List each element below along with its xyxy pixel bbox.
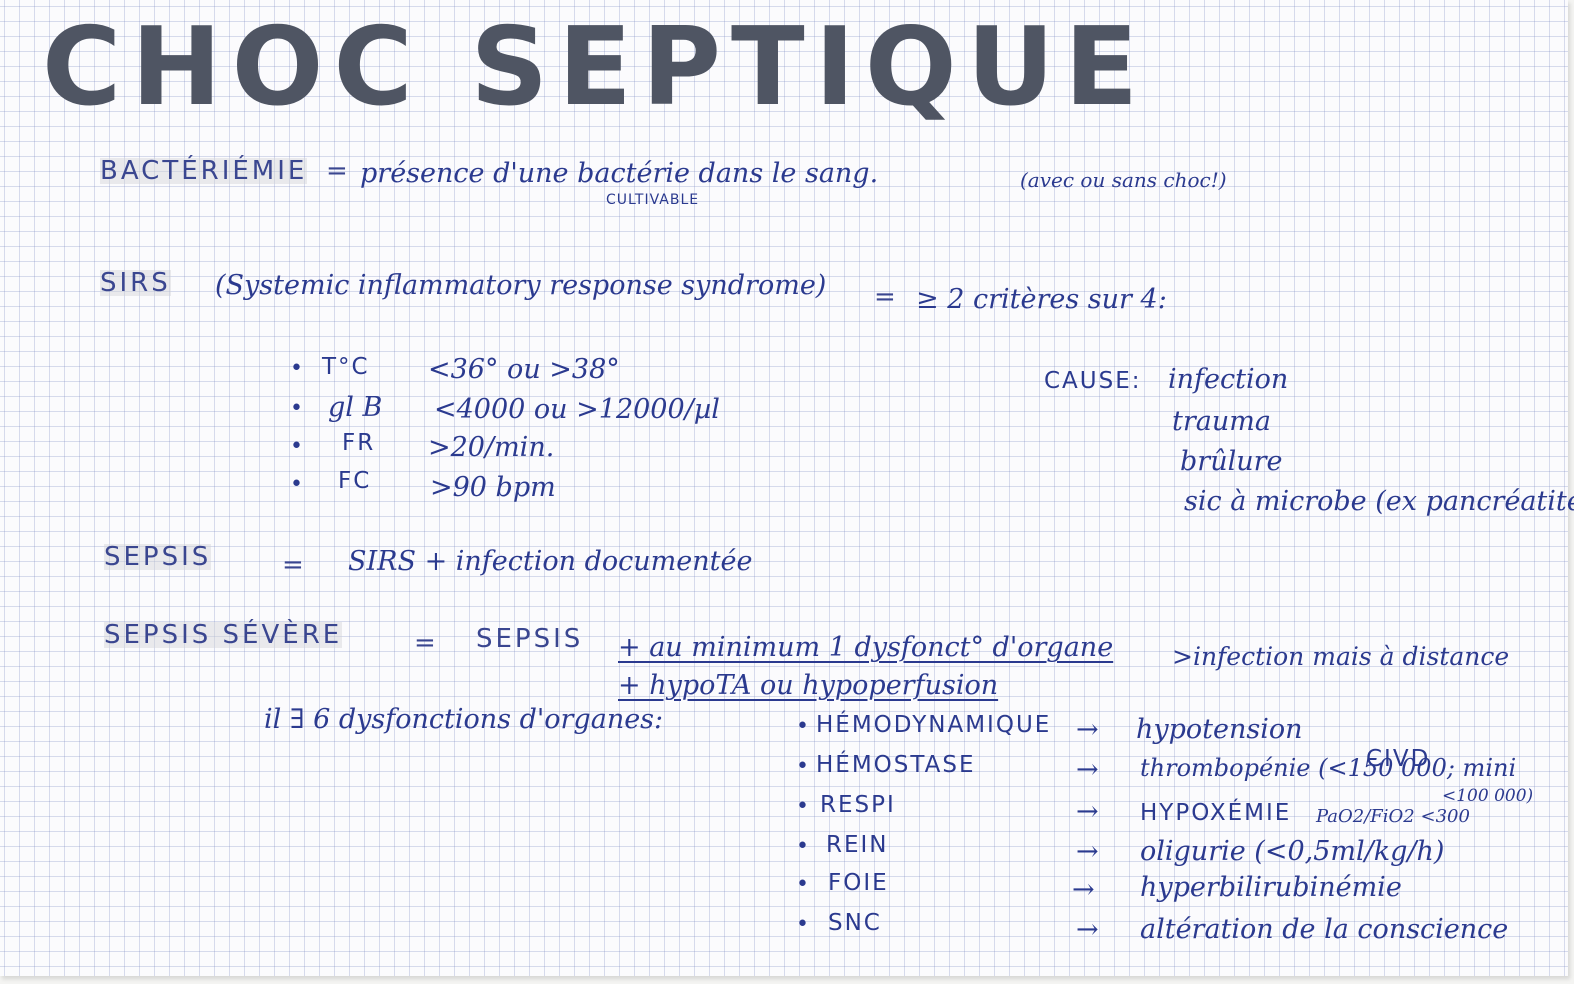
dysfunction-organ: RESPI [820,792,896,818]
dysfunction-bullet: • [796,834,809,859]
criterion-heart-rate: FC [338,468,372,494]
definition-bacteriemie: présence d'une bactérie dans le sang. [360,158,879,189]
equals-sign: = [326,156,351,186]
term-sirs: SIRS [100,268,171,298]
term-sepsis-severe: SEPSIS SÉVÈRE [104,620,343,650]
cause-item: brûlure [1180,446,1283,477]
dysfunction-result: thrombopénie (<150 000; mini [1140,754,1517,782]
dysfunction-bullet: • [796,912,809,937]
dysfunction-bullet: • [796,794,809,819]
dysfunction-organ: REIN [826,832,889,858]
criterion-bullet: • [290,356,303,381]
grid-paper-sheet: CHOC SEPTIQUE BACTÉRIÉMIE = présence d'u… [0,0,1574,976]
dysfunction-arrow: → [1076,914,1099,945]
criterion-white-cells-value: <4000 ou >12000/µl [434,394,720,425]
term-bacteriemie: BACTÉRIÉMIE [100,156,308,186]
sepsis-severe-base: SEPSIS [476,624,584,654]
dysfunction-organ: HÉMODYNAMIQUE [816,712,1052,738]
dysfunction-bullet: • [796,714,809,739]
cause-item: trauma [1172,406,1271,437]
cause-item: sic à microbe (ex pancréatite) [1184,486,1574,517]
dysfunction-extra: PaO2/FiO2 <300 [1316,806,1470,827]
dysfunction-result: hyperbilirubinémie [1140,872,1402,903]
criterion-heart-rate-value: >90 bpm [430,472,556,503]
dysfunction-arrow: → [1072,874,1095,905]
note-bacteriemie: (avec ou sans choc!) [1020,168,1227,192]
criterion-bullet: • [290,396,303,421]
sepsis-severe-criterion-2: + hypoTA ou hypoperfusion [618,670,999,701]
dysfunction-organ: HÉMOSTASE [816,752,976,778]
criterion-temperature-value: <36° ou >38° [428,354,620,385]
page-title: CHOC SEPTIQUE [42,5,1149,130]
criterion-white-cells: gl B [328,392,383,423]
dysfunction-extra: <100 000) [1442,786,1534,806]
criterion-bullet: • [290,472,303,497]
sirs-criteria-intro: ≥ 2 critères sur 4: [916,284,1167,315]
annotation-cultivable: CULTIVABLE [606,192,700,208]
dysfunction-result: oligurie (<0,5ml/kg/h) [1140,836,1445,867]
criterion-resp-rate: FR [342,430,376,456]
sepsis-severe-note: >infection mais à distance [1172,642,1510,671]
cause-item: infection [1168,364,1289,395]
equals-sign: = [414,628,439,658]
criterion-resp-rate-value: >20/min. [428,432,555,463]
equals-sign: = [282,550,307,580]
dysfunction-result: altération de la conscience [1140,914,1509,945]
dysfunction-bullet: • [796,872,809,897]
cause-label: CAUSE: [1044,368,1142,394]
dysfunction-organ: SNC [828,910,882,936]
criterion-temperature: T°C [322,354,370,380]
dysfunction-organ: FOIE [828,870,889,896]
dysfunction-arrow: → [1076,836,1099,867]
definition-sepsis: SIRS + infection documentée [348,546,753,577]
dysfunction-result: HYPOXÉMIE [1140,800,1292,826]
term-sepsis: SEPSIS [104,542,212,572]
dysfunction-arrow: → [1076,714,1099,745]
dysfunction-arrow: → [1076,754,1099,785]
dysfunction-result: hypotension [1136,714,1303,745]
equals-sign: = [874,282,899,312]
dysfunction-bullet: • [796,754,809,779]
sepsis-severe-criterion-1: + au minimum 1 dysfonct° d'organe [618,632,1114,663]
criterion-bullet: • [290,434,303,459]
sirs-expansion: (Systemic inflammatory response syndrome… [215,270,827,301]
dysfunction-arrow: → [1076,796,1099,827]
dysfunctions-intro: il ∃ 6 dysfonctions d'organes: [264,704,664,735]
